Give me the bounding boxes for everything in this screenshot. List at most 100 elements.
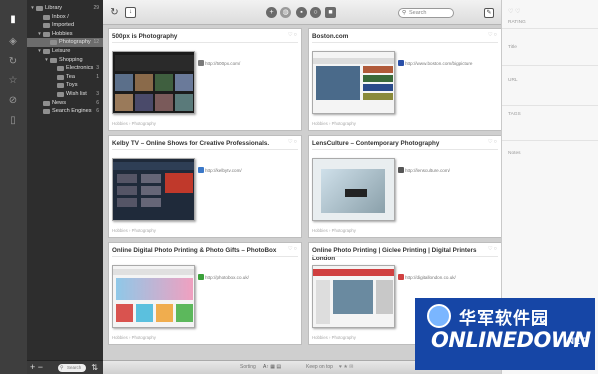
folder-icon: [50, 40, 57, 46]
history-icon[interactable]: ↻: [7, 56, 19, 68]
search-input[interactable]: ⚲ Search: [398, 8, 454, 18]
sidebar-footer: + − ⚲ Search ⇅: [27, 360, 103, 374]
card-action-icons[interactable]: ♡○: [288, 139, 298, 145]
card-action-icons[interactable]: ♡○: [288, 32, 298, 38]
sidebar-item[interactable]: Electronics 3: [27, 64, 103, 73]
edit-icon[interactable]: ✎: [484, 8, 494, 18]
sidebar-item[interactable]: Search Engines 6: [27, 107, 103, 116]
photo-thumbnail: [175, 74, 193, 91]
bookmark-url[interactable]: http://kelbytv.com/: [205, 168, 242, 173]
page-preview-block: [333, 280, 373, 314]
bookmark-folder-path: Hobbies › Photography: [112, 121, 156, 126]
page-preview-block: [176, 304, 193, 322]
bookmark-card[interactable]: Boston.com ♡○ http://www.boston.com/bigpic…: [308, 28, 502, 131]
card-action-icons[interactable]: ♡○: [488, 139, 498, 145]
sidebar-item-label: Electronics: [66, 65, 94, 72]
photo-thumbnail: [115, 94, 133, 111]
disclosure-open-icon[interactable]: ▼: [37, 47, 42, 56]
sidebar-item[interactable]: Wish list 3: [27, 90, 103, 99]
page-preview-block: [363, 84, 393, 91]
trash-icon[interactable]: ▯: [7, 115, 19, 127]
sidebar-item-label: News: [52, 99, 66, 106]
alert-icon[interactable]: ⊘: [7, 95, 19, 107]
sort-icon[interactable]: ⇅: [91, 363, 98, 372]
sidebar-item[interactable]: Photography 12: [27, 38, 103, 47]
page-thumbnail[interactable]: [112, 265, 195, 328]
hero-banner: [115, 55, 194, 71]
sidebar-item[interactable]: News 6: [27, 99, 103, 108]
sidebar-search-input[interactable]: ⚲ Search: [58, 364, 86, 372]
title-label: Title: [508, 45, 517, 50]
divider: [112, 149, 298, 150]
bookmark-title: Kelby TV – Online Shows for Creative Pro…: [112, 140, 270, 147]
bookmark-title: 500px is Photography: [112, 33, 178, 40]
favicon-icon: [198, 167, 204, 173]
preview-icon[interactable]: ○: [310, 7, 321, 18]
page-preview-block: [165, 173, 193, 193]
page-thumbnail[interactable]: [312, 51, 395, 114]
page-thumbnail[interactable]: [112, 158, 195, 221]
divider: [312, 149, 498, 150]
rating-label: RATING: [508, 20, 526, 25]
bookmark-url[interactable]: http://digitallondon.co.uk/: [405, 275, 456, 280]
page-thumbnail[interactable]: [112, 51, 195, 114]
sidebar-item[interactable]: Inbox /: [27, 13, 103, 22]
sort-options[interactable]: A↑ ▦ ▤: [263, 361, 281, 374]
add-icon[interactable]: +: [266, 7, 277, 18]
sidebar-item[interactable]: ▼ Shopping: [27, 56, 103, 65]
page-preview-block: [116, 304, 133, 322]
sidebar-item-count: 12: [93, 39, 99, 46]
page-preview-block: [376, 280, 393, 314]
card-action-icons[interactable]: ♡○: [488, 246, 498, 252]
divider: [502, 105, 598, 106]
globe-icon[interactable]: ◍: [280, 7, 291, 18]
tag-icon[interactable]: ◈: [7, 36, 19, 48]
sidebar-item[interactable]: Tea 1: [27, 73, 103, 82]
import-icon[interactable]: ↓: [125, 7, 136, 18]
photo-thumbnail: [155, 74, 173, 91]
bookmark-card[interactable]: 500px is Photography ♡○ http://500px.com/H…: [108, 28, 302, 131]
folder-tree: ▼ Library 29 Inbox / Imported ▼ Hobbies Photogr…: [27, 4, 103, 116]
sidebar-item[interactable]: ▼ Library 29: [27, 4, 103, 13]
sidebar-item-label: Leisure: [52, 47, 71, 54]
sidebar-item-count: 29: [93, 5, 99, 11]
bookmark-card[interactable]: Kelby TV – Online Shows for Creative Pro…: [108, 135, 302, 238]
disclosure-open-icon[interactable]: ▼: [37, 30, 42, 39]
sidebar-item[interactable]: Imported: [27, 21, 103, 30]
photo-thumbnail: [135, 74, 153, 91]
bookmark-card[interactable]: LensCulture – Contemporary Photography ♡○…: [308, 135, 502, 238]
refresh-icon[interactable]: ↻: [109, 7, 120, 18]
sidebar-item[interactable]: ▼ Leisure: [27, 47, 103, 56]
sidebar-item[interactable]: Toys: [27, 81, 103, 90]
bookmarks-icon[interactable]: ▮: [7, 14, 19, 26]
sidebar-item-count: 6: [96, 99, 99, 106]
site-watermark-logo: 华军软件园 ONLINEDOWN .NET: [415, 298, 595, 370]
star-icon[interactable]: ☆: [7, 75, 19, 87]
bookmark-url[interactable]: http://lensculture.com/: [405, 168, 450, 173]
disclosure-open-icon[interactable]: ▼: [44, 56, 49, 65]
filter-icons[interactable]: ♥ ★ ✉: [339, 361, 353, 374]
photo-thumbnail: [155, 94, 173, 111]
rating-icons[interactable]: ♡ ♡: [508, 8, 520, 15]
sidebar-item-count: 3: [96, 65, 99, 72]
divider: [502, 28, 598, 29]
bookmark-url[interactable]: http://photobox.co.uk/: [205, 275, 249, 280]
card-action-icons[interactable]: ♡○: [488, 32, 498, 38]
sidebar-item[interactable]: ▼ Hobbies: [27, 30, 103, 39]
delete-icon[interactable]: ▪: [296, 7, 307, 18]
page-thumbnail[interactable]: [312, 158, 395, 221]
camera-icon[interactable]: ■: [325, 7, 336, 18]
sidebar-item-label: Toys: [66, 82, 78, 89]
sidebar-item-label: Hobbies: [52, 30, 73, 37]
bookmark-card[interactable]: Online Digital Photo Printing & Photo Gi…: [108, 242, 302, 345]
bookmark-url[interactable]: http://www.boston.com/bigpicture: [405, 61, 472, 66]
disclosure-open-icon[interactable]: ▼: [30, 4, 35, 13]
bookmark-url[interactable]: http://500px.com/: [205, 61, 240, 66]
page-thumbnail[interactable]: [312, 265, 395, 328]
bookmark-folder-path: Hobbies › Photography: [112, 228, 156, 233]
card-action-icons[interactable]: ♡○: [288, 246, 298, 252]
sidebar-item-label: Library: [45, 5, 63, 11]
add-remove-buttons[interactable]: + −: [30, 363, 43, 372]
page-preview-block: [363, 93, 393, 100]
favicon-icon: [398, 274, 404, 280]
